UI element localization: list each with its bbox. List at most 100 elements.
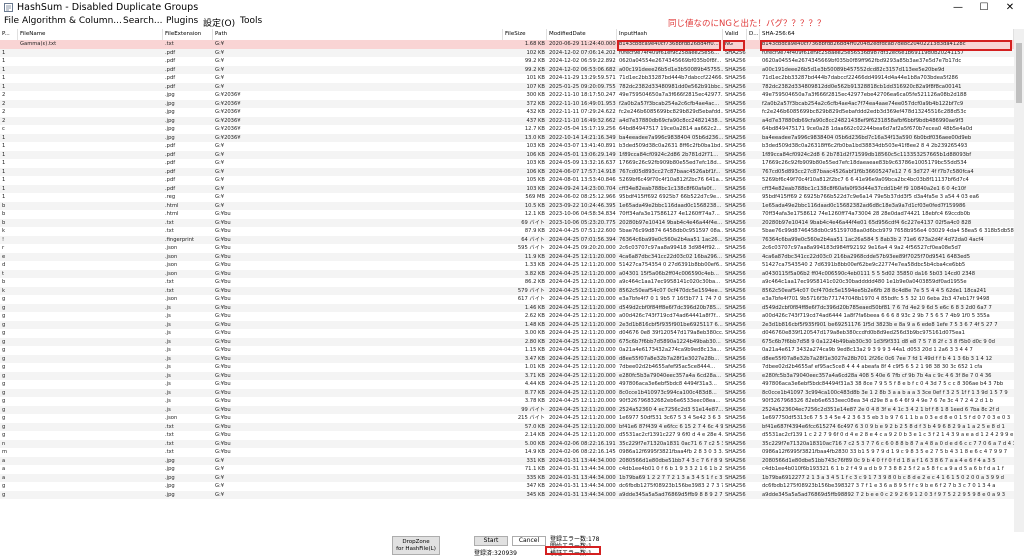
col-filename-cell — [18, 202, 163, 211]
table-row[interactable]: e .json G:¥bu 11.9 KB 2024-04-25 12:11:20.00… — [0, 252, 1024, 261]
table-row[interactable]: g .js G:¥bu 3.71 KB 2024-04-25 12:11:20.000 e… — [0, 371, 1024, 380]
table-row[interactable]: d .json G:¥bu 1.33 KB 2024-04-25 12:11:20.00… — [0, 261, 1024, 270]
table-row[interactable]: 2 .jpg G:¥2036¥ 437 KB 2022-11-10 16:49:32.6… — [0, 116, 1024, 125]
table-row[interactable]: g .js G:¥bu 1.01 KB 2024-04-25 12:11:20.000 7… — [0, 363, 1024, 372]
scroll-thumb[interactable] — [1016, 43, 1022, 103]
table-row[interactable]: b .txt G:¥bu 69 バイト 2023-10-06 05:23:20.775 2… — [0, 218, 1024, 227]
menu-plugins[interactable]: Plugins — [166, 16, 198, 26]
table-row[interactable]: k .txt G:¥bu 579 バイト 2024-04-25 12:11:20.000… — [0, 286, 1024, 295]
table-row[interactable]: 1 .pdf G:¥ 106 KB 2024-06-07 17:57:14.918 767… — [0, 167, 1024, 176]
table-row[interactable]: a .jpg G:¥ 335 KB 2024-01-31 13:44:34.000 1b7… — [0, 473, 1024, 482]
table-row[interactable]: 2 .jpg G:¥2036¥ 300 KB 2022-11-10 18:17:50.2… — [0, 91, 1024, 100]
col-p-header[interactable]: P... — [0, 29, 18, 40]
menu-settings[interactable]: 設定(O) — [203, 16, 235, 29]
dropzone-button[interactable]: DropZone for HashFile(L) — [392, 536, 440, 555]
col-d-cell — [747, 295, 760, 304]
col-path-cell: G:¥bu — [215, 321, 231, 328]
start-button[interactable]: Start — [474, 536, 508, 546]
col-sha256-cell: 8562c50eaf54c07 0cf470dc5e1594ee5b2e6fb … — [762, 287, 987, 294]
table-row[interactable]: 1 .pdf G:¥ 106 KB 2024-05-01 13:06:29.149 1f8… — [0, 150, 1024, 159]
col-modified-header[interactable]: ModifiedDate — [547, 29, 617, 40]
table-row[interactable]: 1 .jpg G:¥2036¥ 13.0 KB 2022-10-14 14:21:16.… — [0, 133, 1024, 142]
menu-tools[interactable]: Tools — [240, 16, 262, 26]
col-p-cell: g — [2, 406, 6, 413]
col-inputhash-cell: bf41e6 87f439 4 e6fcc 6 15 2 7 4 6c 4 9 … — [619, 423, 723, 430]
results-grid[interactable]: P... FileName FileExtension Path FileSize Mod… — [0, 29, 1024, 535]
col-sha256-cell: 49e759504650a7a3f666f2815ec42977ebe42706… — [762, 92, 967, 98]
table-row[interactable]: 1 .pdf G:¥ 99.2 KB 2024-12-02 06:59:22.892 06… — [0, 57, 1024, 66]
table-row[interactable]: g .js G:¥bu 99 バイト 2024-04-25 12:11:20.000 25… — [0, 405, 1024, 415]
vertical-scrollbar[interactable] — [1014, 29, 1024, 535]
col-inputhash-cell: 767cd05d893cc27c87baac4526abf1f... — [619, 168, 721, 175]
table-row[interactable]: 1 .pdf G:¥ 99.2 KB 2024-12-02 06:53:06.682 a0… — [0, 65, 1024, 74]
table-row[interactable]: 2 .jpg G:¥2036¥ 432 KB 2022-11-11 07:29:24.6… — [0, 108, 1024, 117]
table-row[interactable]: t .json G:¥bu 3.82 KB 2024-04-25 12:11:20.00… — [0, 269, 1024, 278]
table-row[interactable]: a .jpg G:¥ 71.1 KB 2024-01-31 13:44:34.000 c4… — [0, 465, 1024, 474]
table-row[interactable]: g .js G:¥bu 3.47 KB 2024-04-25 12:11:20.000 d… — [0, 354, 1024, 363]
col-valid-header[interactable]: Valid — [723, 29, 747, 40]
table-row[interactable]: 1 .pdf G:¥ 107 KB 2025-01-25 09:20:09.755 782… — [0, 82, 1024, 91]
table-row[interactable]: b .html G:¥bu 12.1 KB 2023-10-06 04:58:34.83… — [0, 210, 1024, 219]
col-extension-cell: .txt — [165, 440, 174, 447]
table-row[interactable]: r .json G:¥bu 595 バイト 2024-04-25 09:20:20.00… — [0, 244, 1024, 253]
table-row[interactable]: g .txt G:¥bu 57.0 KB 2024-04-25 12:11:20.000… — [0, 422, 1024, 431]
col-extension-cell: .jpg — [165, 126, 175, 132]
col-filesize-cell: 57.0 KB — [524, 423, 545, 430]
table-row[interactable]: 1 .pdf G:¥ 103 KB 2024-05-09 13:32:16.637 176… — [0, 159, 1024, 168]
table-row[interactable]: g .json G:¥bu 617 バイト 2024-04-25 12:11:20.00… — [0, 295, 1024, 304]
table-row[interactable]: g .json G:¥bu 215 バイト 2024-04-25 12:11:20.00… — [0, 414, 1024, 423]
cancel-button[interactable]: Cancel — [512, 536, 546, 546]
col-filename-cell — [18, 457, 163, 466]
col-inputhash-header[interactable]: InputHash — [617, 29, 723, 40]
table-row[interactable]: n .txt G:¥bu 5.00 KB 2024-02-06 08:22:16.191… — [0, 439, 1024, 448]
table-row[interactable]: g .js G:¥bu 8.77 KB 2024-04-25 12:11:20.000 8… — [0, 388, 1024, 397]
table-row[interactable]: 2 .jpg G:¥2036¥ 372 KB 2022-11-10 16:49:01.9… — [0, 99, 1024, 109]
table-row[interactable]: 1 .pdf G:¥ 101 KB 2024-11-29 13:29:59.571 71d… — [0, 74, 1024, 83]
col-extension-cell: .js — [165, 364, 171, 370]
table-row[interactable]: k .txt G:¥bu 87.9 KB 2024-04-25 07:51:22.600… — [0, 227, 1024, 236]
minimize-button[interactable]: — — [944, 0, 972, 15]
table-row[interactable]: g .js G:¥bu 4.44 KB 2024-04-25 12:11:20.000 4… — [0, 380, 1024, 389]
table-row[interactable]: 1 .pdf G:¥ 103 KB 2024-03-07 13:41:40.891 b3d… — [0, 142, 1024, 151]
table-row[interactable]: ! .fingerprint G:¥bu 64 バイト 2024-04-25 07:01… — [0, 235, 1024, 244]
col-path-cell: G:¥ — [215, 75, 225, 81]
col-d-cell — [747, 159, 760, 168]
menu-algorithm[interactable]: Algorithm & Column... — [22, 16, 122, 26]
col-filename-header[interactable]: FileName — [18, 29, 163, 40]
table-row[interactable]: g .js G:¥bu 3.78 KB 2024-04-25 12:11:20.000 9… — [0, 397, 1024, 406]
col-extension-cell: .json — [165, 245, 178, 251]
col-extension-header[interactable]: FileExtension — [163, 29, 213, 40]
col-modified-cell: 2024-12-02 07:06:14.202 — [549, 49, 616, 56]
col-sha256-header[interactable]: SHA-256:64 — [760, 29, 1014, 40]
col-path-header[interactable]: Path — [213, 29, 503, 40]
col-filesize-cell: 345 KB — [526, 491, 545, 498]
table-row[interactable]: g .js G:¥bu 1.48 KB 2024-04-25 12:11:20.000 2… — [0, 320, 1024, 329]
table-row[interactable]: g .js G:¥bu 1.46 KB 2024-04-25 12:11:20.000 d… — [0, 303, 1024, 312]
col-d-cell — [747, 100, 760, 109]
col-d-header[interactable]: D... — [747, 29, 760, 40]
table-row[interactable]: a .jpg G:¥ 331 KB 2024-01-31 13:44:34.000 208… — [0, 456, 1024, 466]
col-filesize-cell: 12.7 KB — [524, 126, 545, 132]
maximize-button[interactable]: ☐ — [970, 0, 998, 15]
col-extension-cell: .jpg — [165, 109, 175, 115]
menu-file[interactable]: File — [4, 16, 19, 26]
table-row[interactable]: g .txt G:¥bu 2.14 KB 2024-04-25 12:11:20.000… — [0, 431, 1024, 440]
table-row[interactable]: g .js G:¥bu 2.80 KB 2024-04-25 12:11:20.000 6… — [0, 337, 1024, 346]
menu-search[interactable]: Search... — [123, 16, 163, 26]
col-filesize-cell: 331 KB — [526, 457, 545, 464]
table-row[interactable]: 1 .pdf G:¥ 103 KB 2024-09-24 14:23:00.704 cff… — [0, 184, 1024, 193]
table-row[interactable]: 1 .pdf G:¥ 105 KB 2024-08-01 13:53:40.846 526… — [0, 176, 1024, 185]
col-d-cell — [747, 406, 760, 415]
table-row[interactable]: m .txt G:¥bu 14.9 KB 2024-02-06 08:22:16.145… — [0, 448, 1024, 457]
close-button[interactable]: ✕ — [996, 0, 1024, 15]
table-row[interactable]: g .js G:¥bu 1.15 KB 2024-04-25 12:11:20.000 0… — [0, 346, 1024, 355]
table-row[interactable]: g .jpg G:¥ 345 KB 2024-01-31 13:44:34.000 a9d… — [0, 490, 1024, 499]
table-row[interactable]: g .js G:¥bu 3.00 KB 2024-04-25 12:11:20.000 d… — [0, 329, 1024, 338]
table-row[interactable]: b .html G:¥ 10.5 KB 2023-09-22 10:24:46.395 1… — [0, 201, 1024, 211]
table-row[interactable]: 1 .reg G:¥ 569 MB 2024-06-02 08:25:12.966 95b… — [0, 193, 1024, 202]
table-row[interactable]: c .jpg G:¥2036¥ 12.7 KB 2022-05-04 15:17:19.… — [0, 125, 1024, 134]
table-row[interactable]: g .js G:¥bu 2.62 KB 2024-04-25 12:11:20.000 a… — [0, 312, 1024, 321]
table-row[interactable]: g .jpg G:¥ 347 KB 2024-01-31 13:44:34.000 dc6… — [0, 482, 1024, 491]
table-row[interactable]: b .txt G:¥bu 86.2 KB 2024-04-25 12:11:20.000… — [0, 278, 1024, 287]
col-filesize-header[interactable]: FileSize — [503, 29, 547, 40]
